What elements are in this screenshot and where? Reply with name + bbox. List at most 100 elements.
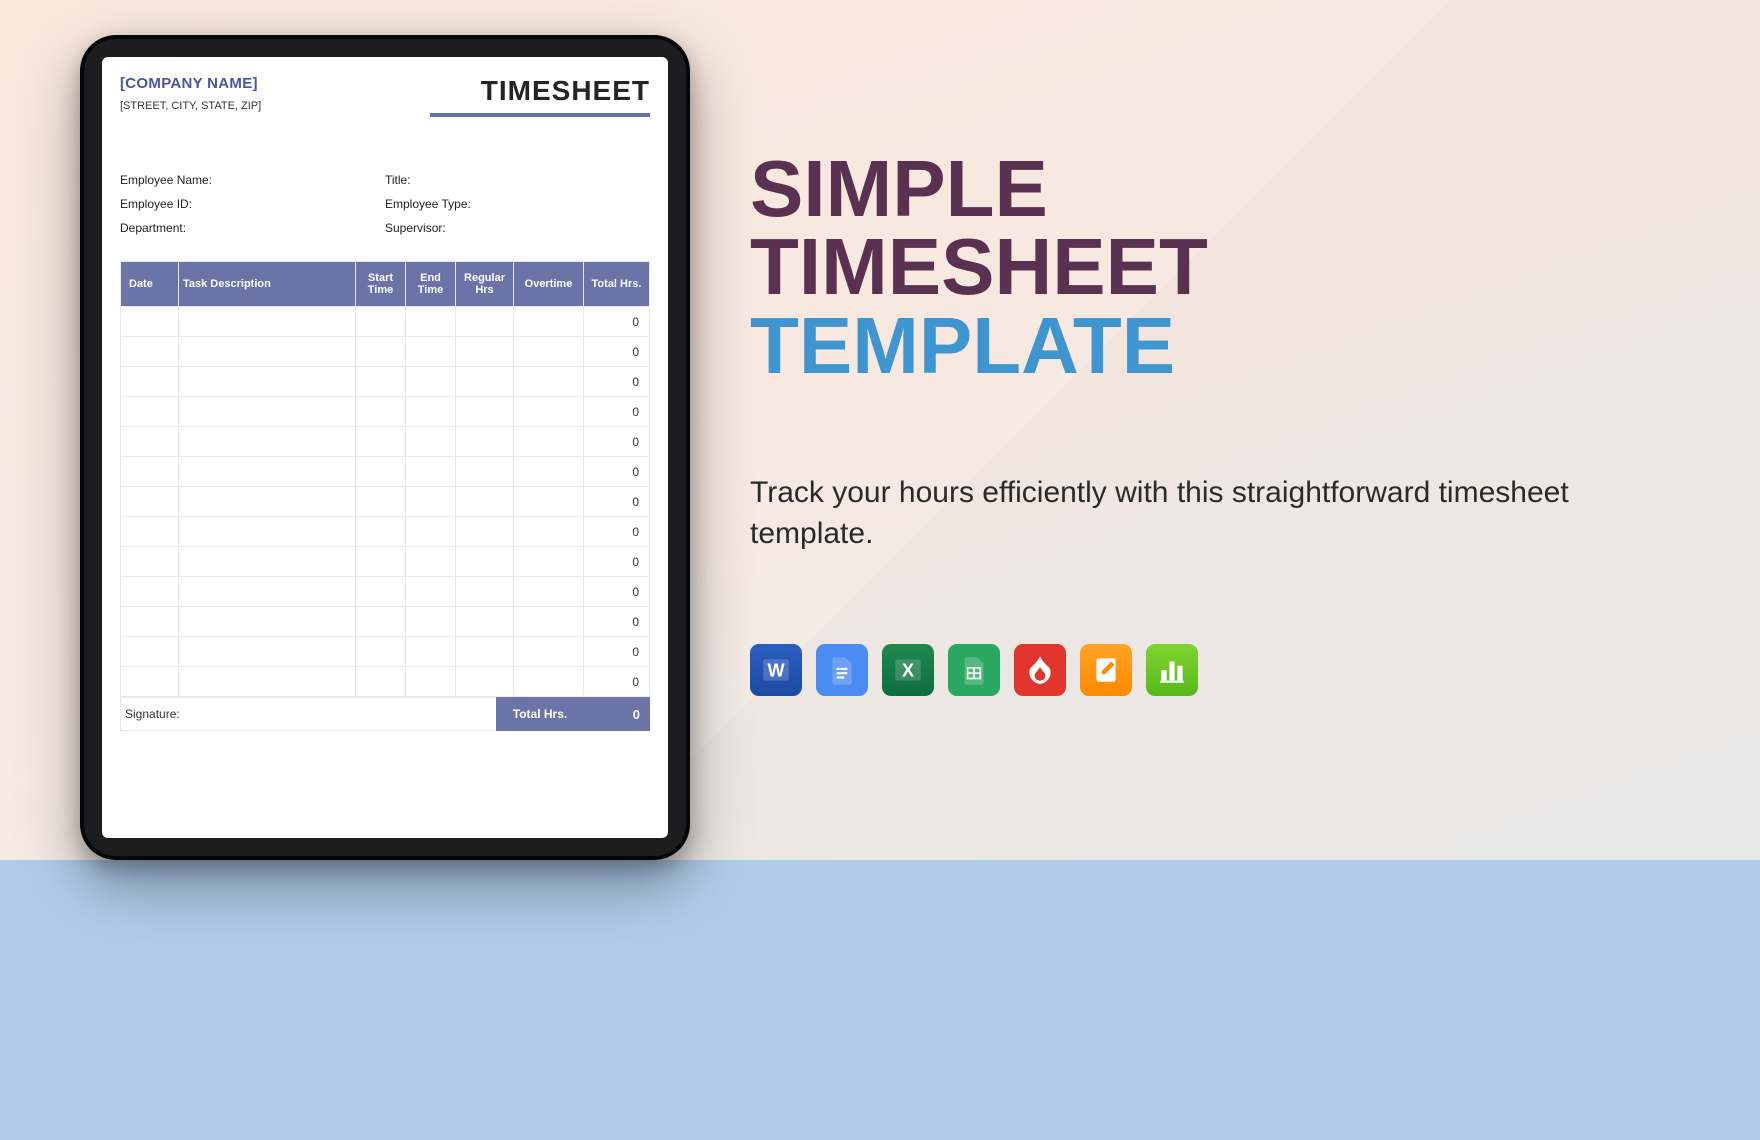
col-overtime: Overtime	[514, 262, 584, 307]
numbers-icon[interactable]	[1146, 644, 1198, 696]
cell	[456, 307, 514, 337]
cell	[356, 637, 406, 667]
label-department: Department:	[120, 221, 385, 235]
numbers-glyph-icon	[1155, 653, 1189, 687]
heading-line-1: SIMPLE	[750, 144, 1048, 233]
signature-label: Signature:	[120, 697, 496, 731]
google-sheets-icon[interactable]	[948, 644, 1000, 696]
cell	[406, 577, 456, 607]
cell	[406, 427, 456, 457]
cell	[121, 637, 179, 667]
table-row: 0	[121, 457, 650, 487]
footer-total-label: Total Hrs.	[496, 697, 584, 731]
label-employee-name: Employee Name:	[120, 173, 385, 187]
cell-total: 0	[584, 607, 650, 637]
cell	[121, 667, 179, 697]
table-row: 0	[121, 337, 650, 367]
cell	[356, 307, 406, 337]
cell	[121, 547, 179, 577]
cell	[406, 487, 456, 517]
cell	[514, 397, 584, 427]
pdf-icon[interactable]	[1014, 644, 1066, 696]
cell	[179, 307, 356, 337]
col-date: Date	[121, 262, 179, 307]
cell-total: 0	[584, 367, 650, 397]
cell	[406, 667, 456, 697]
cell	[356, 427, 406, 457]
col-start: Start Time	[356, 262, 406, 307]
cell	[514, 307, 584, 337]
company-name-placeholder: [COMPANY NAME]	[120, 75, 261, 92]
app-format-icons: W X	[750, 644, 1700, 696]
pages-icon[interactable]	[1080, 644, 1132, 696]
cell-total: 0	[584, 337, 650, 367]
cell-total: 0	[584, 457, 650, 487]
table-row: 0	[121, 607, 650, 637]
cell	[121, 517, 179, 547]
cell	[456, 337, 514, 367]
cell	[121, 397, 179, 427]
label-supervisor: Supervisor:	[385, 221, 650, 235]
word-icon[interactable]: W	[750, 644, 802, 696]
cell	[456, 397, 514, 427]
heading-line-3: TEMPLATE	[750, 301, 1175, 390]
svg-text:W: W	[767, 661, 785, 681]
cell	[456, 427, 514, 457]
cell	[179, 457, 356, 487]
table-row: 0	[121, 307, 650, 337]
excel-icon[interactable]: X	[882, 644, 934, 696]
cell-total: 0	[584, 577, 650, 607]
cell	[121, 457, 179, 487]
gsheet-glyph-icon	[957, 653, 991, 687]
col-task: Task Description	[179, 262, 356, 307]
promo-panel: SIMPLE TIMESHEET TEMPLATE Track your hou…	[750, 150, 1700, 696]
label-employee-type: Employee Type:	[385, 197, 650, 211]
cell	[514, 667, 584, 697]
cell	[456, 517, 514, 547]
cell	[121, 337, 179, 367]
cell	[179, 577, 356, 607]
google-docs-icon[interactable]	[816, 644, 868, 696]
cell-total: 0	[584, 667, 650, 697]
footer-total-value: 0	[584, 697, 650, 731]
cell	[179, 607, 356, 637]
svg-text:X: X	[902, 661, 914, 681]
cell	[356, 607, 406, 637]
gdoc-glyph-icon	[825, 653, 859, 687]
cell	[356, 547, 406, 577]
cell-total: 0	[584, 517, 650, 547]
table-row: 0	[121, 577, 650, 607]
title-underline	[430, 113, 650, 117]
cell	[456, 547, 514, 577]
document-title: TIMESHEET	[430, 75, 650, 107]
cell	[406, 547, 456, 577]
cell	[456, 367, 514, 397]
cell	[406, 607, 456, 637]
cell	[514, 487, 584, 517]
table-row: 0	[121, 547, 650, 577]
table-row: 0	[121, 667, 650, 697]
company-block: [COMPANY NAME] [STREET, CITY, STATE, ZIP…	[120, 75, 261, 112]
cell	[406, 337, 456, 367]
cell	[514, 607, 584, 637]
cell	[179, 637, 356, 667]
timesheet-table: Date Task Description Start Time End Tim…	[120, 261, 650, 697]
cell	[456, 457, 514, 487]
cell	[514, 427, 584, 457]
col-end: End Time	[406, 262, 456, 307]
cell	[514, 457, 584, 487]
cell	[456, 487, 514, 517]
table-row: 0	[121, 367, 650, 397]
cell	[356, 667, 406, 697]
col-total: Total Hrs.	[584, 262, 650, 307]
footer-total: Total Hrs. 0	[496, 697, 650, 731]
cell	[514, 547, 584, 577]
cell	[406, 397, 456, 427]
employee-fields: Employee Name: Title: Employee ID: Emplo…	[120, 173, 650, 235]
document-header: [COMPANY NAME] [STREET, CITY, STATE, ZIP…	[120, 75, 650, 117]
address-placeholder: [STREET, CITY, STATE, ZIP]	[120, 100, 261, 112]
cell	[514, 367, 584, 397]
cell-total: 0	[584, 547, 650, 577]
cell-total: 0	[584, 397, 650, 427]
cell	[179, 547, 356, 577]
